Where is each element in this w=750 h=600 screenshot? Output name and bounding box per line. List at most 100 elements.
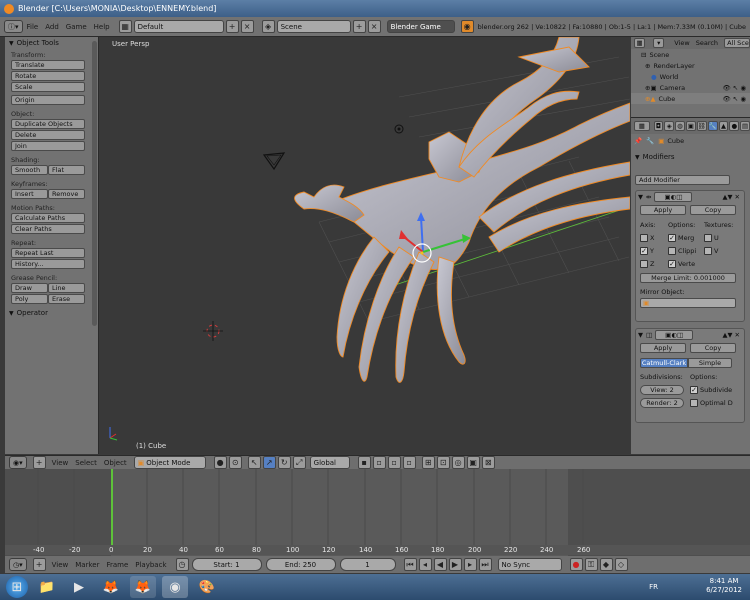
timeline-canvas[interactable] bbox=[5, 469, 750, 556]
view3d-editor-type-button[interactable]: ◉▾ bbox=[9, 456, 27, 469]
collapse-triangle-icon[interactable]: ▼ bbox=[638, 193, 643, 201]
line-button[interactable]: Line bbox=[48, 283, 85, 293]
blender-taskbar-icon[interactable]: ◉ bbox=[162, 576, 188, 598]
catmull-clark-button[interactable]: Catmull-Clark bbox=[640, 357, 688, 368]
viewport-shading-button[interactable]: ● bbox=[213, 456, 227, 469]
insert-keyframe-icon[interactable]: ◆ bbox=[599, 558, 613, 571]
scale-manipulator-icon[interactable]: ⤢ bbox=[292, 456, 306, 469]
current-frame-field[interactable]: 1 bbox=[339, 558, 396, 571]
cube-mesh[interactable] bbox=[294, 37, 630, 383]
modifier-toggle-icons[interactable]: ▣◐◫ bbox=[654, 192, 693, 202]
tool-shelf-scrollbar[interactable] bbox=[92, 41, 97, 326]
screen-layout-icon[interactable]: ▦ bbox=[118, 20, 132, 33]
mirror-apply-button[interactable]: Apply bbox=[640, 205, 686, 215]
axis-y-checkbox[interactable]: Y bbox=[640, 246, 668, 255]
subsurf-apply-button[interactable]: Apply bbox=[640, 343, 686, 353]
menu-game[interactable]: Game bbox=[66, 23, 87, 31]
pin-icon[interactable]: 📌 bbox=[634, 137, 642, 145]
language-indicator[interactable]: FR bbox=[649, 583, 658, 591]
scene-field[interactable]: Scene bbox=[276, 20, 351, 33]
outliner-view-menu[interactable]: View bbox=[674, 39, 689, 47]
menu-file[interactable]: File bbox=[27, 23, 39, 31]
remove-keyframe-button[interactable]: Remove bbox=[48, 189, 85, 199]
erase-button[interactable]: Erase bbox=[48, 294, 85, 304]
modifiers-panel-header[interactable]: ▼ Modifiers bbox=[631, 151, 750, 163]
outliner-row-renderlayer[interactable]: ⊕ RenderLayer bbox=[631, 60, 750, 71]
add-scene-button[interactable]: + bbox=[352, 20, 366, 33]
axis-z-checkbox[interactable]: Z bbox=[640, 259, 668, 268]
opengl-render-icon[interactable]: ⊠ bbox=[481, 456, 495, 469]
outliner-search-menu[interactable]: Search bbox=[696, 39, 718, 47]
system-clock[interactable]: 8:41 AM 6/27/2012 bbox=[706, 577, 742, 595]
merge-limit-field[interactable]: Merge Limit: 0.001000 bbox=[640, 272, 736, 283]
view3d-object-menu[interactable]: Object bbox=[104, 459, 127, 467]
timeline-marker-menu[interactable]: Marker bbox=[75, 561, 99, 569]
3d-cursor-icon[interactable] bbox=[203, 321, 223, 341]
menu-collapse-icon[interactable]: + bbox=[32, 558, 46, 571]
material-tab-icon[interactable]: ● bbox=[729, 121, 740, 131]
add-modifier-select[interactable]: Add Modifier bbox=[635, 175, 730, 185]
render-tab-icon[interactable]: ◘ bbox=[653, 121, 664, 131]
record-icon[interactable]: ● bbox=[569, 558, 583, 571]
firefox-icon[interactable]: 🦊 bbox=[98, 576, 124, 598]
render-preview-icon[interactable]: ▣ bbox=[466, 456, 480, 469]
remove-scene-button[interactable]: × bbox=[367, 20, 381, 33]
view-levels-field[interactable]: View: 2 bbox=[640, 384, 684, 395]
play-icon[interactable]: ▶ bbox=[448, 558, 462, 571]
modifier-toggle-icons[interactable]: ▣◐◫ bbox=[655, 330, 694, 340]
sync-mode-select[interactable]: No Sync bbox=[497, 558, 562, 571]
outliner-editor-type-button[interactable]: ▦ bbox=[634, 38, 646, 48]
start-frame-field[interactable]: Start: 1 bbox=[191, 558, 262, 571]
viewport-scene[interactable] bbox=[99, 37, 630, 454]
origin-button[interactable]: Origin bbox=[11, 95, 85, 105]
explorer-icon[interactable]: 📁 bbox=[34, 576, 60, 598]
visibility-icons[interactable]: 👁 ↖ ◉ bbox=[722, 84, 746, 92]
rotate-button[interactable]: Rotate bbox=[11, 71, 85, 81]
remove-layout-button[interactable]: × bbox=[240, 20, 254, 33]
lamp-object-icon[interactable] bbox=[394, 124, 404, 134]
history-button[interactable]: History... bbox=[11, 259, 85, 269]
3d-viewport[interactable]: User Persp (1) Cube bbox=[99, 37, 630, 454]
texture-tab-icon[interactable]: ▤ bbox=[740, 121, 750, 131]
flat-button[interactable]: Flat bbox=[48, 165, 85, 175]
firefox-window-icon[interactable]: 🦊 bbox=[130, 576, 156, 598]
translate-manipulator-icon[interactable]: ↗ bbox=[262, 456, 276, 469]
rotate-manipulator-icon[interactable]: ↻ bbox=[277, 456, 291, 469]
timeline-area[interactable] bbox=[5, 469, 750, 556]
camera-object-icon[interactable] bbox=[262, 152, 286, 171]
keying-set-icon[interactable]: ⚿ bbox=[584, 558, 598, 571]
constraints-tab-icon[interactable]: ⛓ bbox=[696, 121, 707, 131]
editor-type-button[interactable]: ⓘ▾ bbox=[4, 20, 23, 33]
operator-panel-header[interactable]: ▼ Operator bbox=[5, 307, 98, 319]
render-engine-select[interactable]: Blender Game bbox=[386, 20, 455, 33]
delete-keyframe-icon[interactable]: ◇ bbox=[614, 558, 628, 571]
texture-u-checkbox[interactable]: U bbox=[704, 233, 719, 242]
preview-range-icon[interactable]: ◷ bbox=[175, 558, 189, 571]
proportional-edit-icon[interactable]: ◎ bbox=[451, 456, 465, 469]
layer-button-2[interactable]: ▫ bbox=[372, 456, 386, 469]
axis-x-checkbox[interactable]: X bbox=[640, 233, 668, 242]
view3d-select-menu[interactable]: Select bbox=[75, 459, 97, 467]
join-button[interactable]: Join bbox=[11, 141, 85, 151]
timeline-playback-menu[interactable]: Playback bbox=[135, 561, 166, 569]
outliner-display-mode-button[interactable]: ▾ bbox=[653, 38, 665, 48]
texture-v-checkbox[interactable]: V bbox=[704, 246, 718, 255]
vertex-groups-checkbox[interactable]: Verte bbox=[668, 259, 704, 268]
simple-button[interactable]: Simple bbox=[688, 357, 732, 368]
scale-button[interactable]: Scale bbox=[11, 82, 85, 92]
mirror-copy-button[interactable]: Copy bbox=[690, 205, 736, 215]
jump-start-icon[interactable]: ⏮ bbox=[403, 558, 417, 571]
mirror-object-field[interactable]: ▣ bbox=[640, 297, 736, 308]
interaction-mode-select[interactable]: ▣ Object Mode bbox=[133, 456, 206, 469]
translate-button[interactable]: Translate bbox=[11, 60, 85, 70]
poly-button[interactable]: Poly bbox=[11, 294, 48, 304]
menu-add[interactable]: Add bbox=[45, 23, 59, 31]
timeline-editor-type-button[interactable]: ◷▾ bbox=[9, 558, 27, 571]
menu-help[interactable]: Help bbox=[94, 23, 110, 31]
view3d-view-menu[interactable]: View bbox=[52, 459, 69, 467]
layer-button-4[interactable]: ▫ bbox=[402, 456, 416, 469]
subdivide-uvs-checkbox[interactable]: Subdivide bbox=[690, 385, 732, 394]
draw-button[interactable]: Draw bbox=[11, 283, 48, 293]
collapse-triangle-icon[interactable]: ▼ bbox=[638, 331, 643, 339]
modifiers-tab-icon[interactable]: 🔧 bbox=[707, 121, 718, 131]
